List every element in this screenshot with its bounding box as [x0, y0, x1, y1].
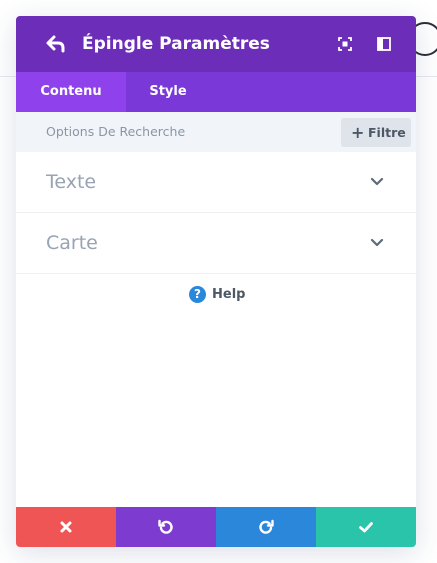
tab-style[interactable]: Style — [126, 72, 210, 112]
modal-header: Épingle Paramètres — [16, 16, 416, 72]
chevron-down-icon — [370, 177, 384, 186]
settings-modal: Épingle Paramètres Contenu Style Options… — [16, 16, 416, 547]
redo-button[interactable] — [216, 507, 316, 547]
plus-icon: + — [351, 123, 365, 142]
tab-contenu[interactable]: Contenu — [16, 72, 126, 112]
save-button[interactable] — [316, 507, 416, 547]
sidebar-layout-icon[interactable] — [375, 35, 393, 53]
filter-label: Filtre — [368, 125, 406, 140]
filter-button[interactable]: + Filtre — [341, 118, 411, 147]
search-bar: Options De Recherche + Filtre — [16, 112, 416, 152]
question-icon[interactable]: ? — [189, 286, 206, 303]
modal-title: Épingle Paramètres — [82, 34, 270, 54]
checkmark-icon — [359, 522, 373, 533]
section-texte[interactable]: Texte — [16, 152, 416, 213]
search-input[interactable]: Options De Recherche — [46, 124, 185, 139]
section-carte[interactable]: Carte — [16, 213, 416, 274]
fullscreen-icon[interactable] — [336, 35, 354, 53]
tab-bar: Contenu Style — [16, 72, 416, 112]
section-title: Texte — [46, 171, 97, 193]
section-title: Carte — [46, 232, 98, 254]
cancel-button[interactable] — [16, 507, 116, 547]
redo-icon — [259, 519, 274, 534]
modal-footer — [16, 507, 416, 547]
undo-button[interactable] — [116, 507, 216, 547]
help-link: ? Help — [16, 284, 416, 306]
close-icon — [60, 521, 72, 533]
back-arrow-icon[interactable] — [44, 32, 70, 56]
help-label[interactable]: Help — [212, 286, 245, 304]
undo-icon — [158, 519, 173, 534]
chevron-down-icon — [370, 238, 384, 247]
